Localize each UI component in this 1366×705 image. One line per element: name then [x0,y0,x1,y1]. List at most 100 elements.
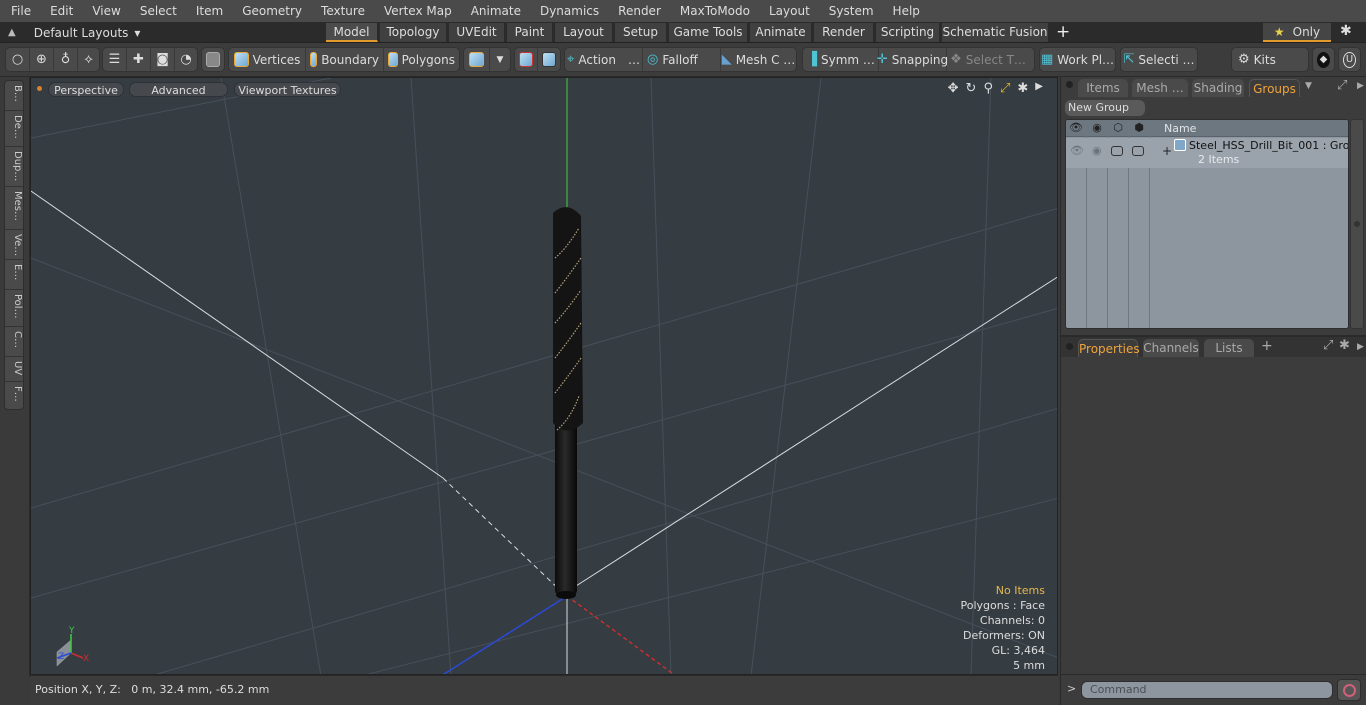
record-macro-button[interactable] [1337,679,1361,701]
menu-file[interactable]: File [0,0,39,22]
move-view-icon[interactable]: ✥ [948,81,959,96]
pen-button[interactable]: ♁ [54,48,78,71]
drill-bit-model[interactable] [553,207,583,599]
menu-texture[interactable]: Texture [310,0,373,22]
symmetry-button[interactable]: ▐ Symm … [803,48,879,71]
menu-dynamics[interactable]: Dynamics [529,0,607,22]
globe-button[interactable]: ⊕ [30,48,54,71]
3d-viewport[interactable]: Y X Z Perspective Advanced Viewport Text… [30,77,1058,675]
menu-select[interactable]: Select [129,0,185,22]
menu-view[interactable]: View [81,0,128,22]
tab-setup[interactable]: Setup [615,23,667,42]
select-tool-button[interactable]: ❖ Select T… [947,48,1029,71]
tabs-dropdown-icon[interactable]: ▼ [1305,81,1312,91]
frame-button[interactable]: ◙ [151,48,175,71]
tab-model[interactable]: Model [326,23,378,42]
tab-groups[interactable]: Groups [1249,79,1300,97]
polygons-button[interactable]: Polygons [384,48,459,71]
menu-geometry[interactable]: Geometry [231,0,310,22]
tab-uvedit[interactable]: UVEdit [449,23,505,42]
menu-vertex-map[interactable]: Vertex Map [373,0,460,22]
tab-mesh[interactable]: Mesh … [1132,79,1188,97]
panel-settings-icon[interactable]: ✱ [1339,338,1350,353]
tab-game-tools[interactable]: Game Tools [669,23,748,42]
panel-menu-dot[interactable] [1066,81,1073,88]
tab-channels[interactable]: Channels [1143,339,1199,357]
vtab-curve[interactable]: C… [5,327,23,357]
select-column-icon[interactable]: ⬢ [1129,121,1149,134]
tab-paint[interactable]: Paint [507,23,553,42]
zoom-view-icon[interactable]: ⚲ [983,81,993,96]
panel-arrow-icon[interactable]: ▶ [1357,81,1364,91]
unreal-button[interactable]: U [1339,48,1360,71]
tab-scripting[interactable]: Scripting [876,23,940,42]
tab-shading[interactable]: Shading [1192,79,1244,97]
menu-layout[interactable]: Layout [758,0,818,22]
group-name[interactable]: Steel_HSS_Drill_Bit_001 : Group [1189,139,1348,152]
tab-properties[interactable]: Properties [1078,339,1140,357]
rotate-view-icon[interactable]: ↻ [966,81,977,96]
tab-lists[interactable]: Lists [1204,339,1254,357]
selection-sets-button[interactable]: ⇱ Selecti … [1121,48,1197,71]
render-toggle-icon[interactable]: ◉ [1092,144,1102,157]
visibility-toggle-icon[interactable]: 👁 [1070,144,1084,157]
lasso-button[interactable]: ⟡ [78,48,99,71]
tab-schematic-fusion[interactable]: Schematic Fusion [942,23,1049,42]
viewport-menu-dot[interactable] [37,86,42,91]
expand-arrow-icon[interactable]: ▶ [1035,81,1043,96]
menu-edit[interactable]: Edit [39,0,81,22]
action-button[interactable]: ⌖ Action… [565,48,643,71]
tab-layout[interactable]: Layout [555,23,613,42]
maximize-view-icon[interactable]: ⤢ [1000,81,1010,96]
viewport-settings-icon[interactable]: ✱ [1017,81,1028,96]
add-tab-button[interactable]: + [1261,338,1273,354]
menu-maxtomodo[interactable]: MaxToModo [669,0,758,22]
boundary-button[interactable]: Boundary [306,48,384,71]
lock-toggle[interactable] [1111,146,1123,156]
lock-column-icon[interactable]: ⬡ [1108,121,1128,134]
new-group-button[interactable]: New Group [1065,100,1145,116]
vtab-polygon[interactable]: Pol… [5,290,23,327]
menu-item[interactable]: Item [185,0,231,22]
falloff-button[interactable]: ◎ Falloff [643,48,721,71]
vtab-edge[interactable]: E… [5,260,23,290]
viewport-textures-button[interactable]: Viewport Textures [234,82,341,97]
panel-menu-dot[interactable] [1066,343,1073,350]
groups-scrollbar[interactable] [1350,119,1364,329]
add-tab-button[interactable]: + [1056,22,1070,42]
transform-button-2[interactable] [538,48,560,71]
name-column-header[interactable]: Name [1164,122,1196,135]
layouts-dropdown[interactable]: ▲ Default Layouts ▾ [8,22,140,43]
item-mode-button[interactable] [202,48,224,71]
cross-button[interactable]: ✚ [127,48,151,71]
scroll-handle[interactable] [1354,221,1360,227]
vtab-fusion[interactable]: F… [5,382,23,410]
unity-button[interactable]: ◆ [1313,48,1334,71]
tab-items[interactable]: Items [1078,79,1128,97]
shading-mode-button[interactable]: Advanced [129,82,228,97]
select-toggle[interactable] [1132,146,1144,156]
view-type-button[interactable]: Perspective [48,82,124,97]
only-button[interactable]: ★ Only [1263,23,1331,42]
scene-canvas[interactable]: Y X Z [31,78,1058,675]
work-plane-button[interactable]: ▦ Work Pl… [1040,48,1115,71]
maximize-panel-icon[interactable]: ⤢ [1323,338,1333,353]
collapse-arrow-icon[interactable]: ▲ [8,27,16,38]
visibility-column-icon[interactable]: 👁 [1066,121,1086,134]
vtab-vertex[interactable]: Ve… [5,230,23,260]
tab-animate[interactable]: Animate [750,23,812,42]
command-input[interactable]: Command [1081,681,1333,699]
snapping-button[interactable]: ✛ Snapping [877,48,948,71]
vertices-button[interactable]: Vertices [229,48,306,71]
panel-arrow-icon[interactable]: ▶ [1357,342,1364,352]
dial-button[interactable]: ◔ [175,48,197,71]
vtab-duplicate[interactable]: Dup… [5,147,23,187]
menu-help[interactable]: Help [882,0,928,22]
transform-button-1[interactable] [515,48,538,71]
tab-render[interactable]: Render [814,23,874,42]
gear-icon[interactable]: ✱ [1340,23,1352,39]
kits-button[interactable]: ⚙ Kits [1232,48,1308,71]
menu-render[interactable]: Render [607,0,669,22]
maximize-panel-icon[interactable]: ⤢ [1337,78,1347,93]
group-row[interactable]: 👁 ◉ + Steel_HSS_Drill_Bit_001 : Group 2 … [1066,138,1348,168]
